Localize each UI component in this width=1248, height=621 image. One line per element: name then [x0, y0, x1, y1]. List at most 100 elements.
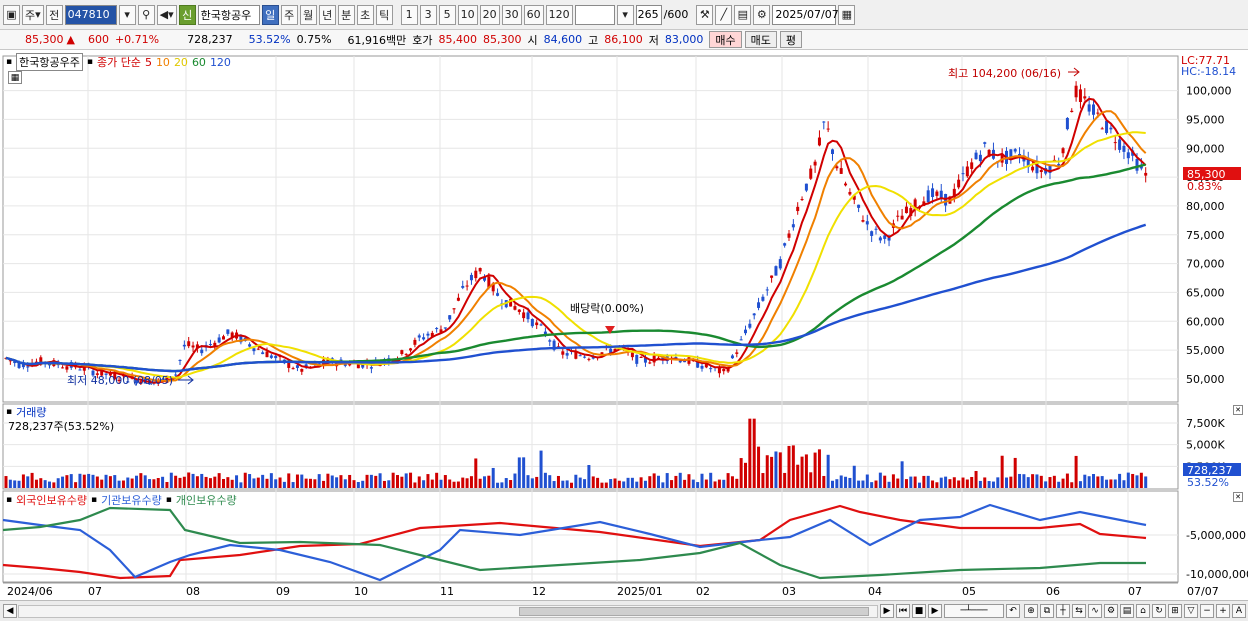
- indicator-label[interactable]: 종가 단순: [97, 54, 141, 70]
- down-icon[interactable]: ▽: [1184, 604, 1198, 618]
- interval-20[interactable]: 20: [479, 4, 500, 25]
- individual-label[interactable]: 개인보유수량: [176, 492, 237, 508]
- stock-code-input[interactable]: 047810: [64, 4, 117, 25]
- volume-bar: [1000, 455, 1004, 488]
- holder-tick-label: -10,000,000: [1186, 568, 1248, 581]
- stock-chart[interactable]: 100,00095,00090,00085,00080,00075,00070,…: [0, 50, 1248, 600]
- minus-icon[interactable]: −: [1200, 604, 1214, 618]
- layout-icon[interactable]: ▣: [3, 4, 20, 25]
- period-month[interactable]: 월: [299, 4, 317, 25]
- volume-value-text: 728,237주(53.52%): [8, 420, 115, 433]
- period-day[interactable]: 일: [261, 4, 279, 25]
- institution-label[interactable]: 기관보유수량: [101, 492, 162, 508]
- save-icon[interactable]: ▤: [734, 4, 752, 25]
- table-icon[interactable]: ▦: [8, 71, 22, 84]
- candle-body: [174, 374, 178, 376]
- holder-close-icon[interactable]: ✕: [1233, 492, 1243, 502]
- candle-body: [1118, 139, 1122, 150]
- refresh-icon[interactable]: ↻: [1152, 604, 1166, 618]
- undo-icon[interactable]: ↶: [1006, 604, 1020, 618]
- candle-body: [78, 369, 82, 371]
- volume-bar: [635, 481, 639, 488]
- interval-custom-input[interactable]: [574, 4, 615, 25]
- compare-icon[interactable]: ⇆: [1072, 604, 1086, 618]
- rewind-icon[interactable]: ⏮: [896, 604, 910, 618]
- candle-body: [422, 337, 426, 340]
- calendar-icon[interactable]: ▦: [838, 4, 856, 25]
- price-tick-label: 75,000: [1186, 229, 1225, 242]
- interval-1[interactable]: 1: [400, 4, 418, 25]
- ma-20-label[interactable]: 20: [174, 56, 188, 69]
- buy-button[interactable]: 매수: [709, 31, 742, 48]
- gear-icon[interactable]: ⚙: [753, 4, 771, 25]
- crosshair-icon[interactable]: ┼: [1056, 604, 1070, 618]
- stock-name-label[interactable]: 한국항공우주: [16, 53, 83, 71]
- candle-body: [256, 348, 260, 350]
- interval-dropdown-icon[interactable]: ▾: [616, 4, 634, 25]
- font-icon[interactable]: A: [1232, 604, 1246, 618]
- candle-body: [957, 179, 961, 188]
- scrollbar[interactable]: [18, 605, 878, 618]
- interval-60[interactable]: 60: [523, 4, 544, 25]
- volume-bar: [774, 451, 778, 488]
- volume-bar: [609, 479, 613, 488]
- hc-label: HC:-18.14: [1181, 65, 1236, 78]
- ma-5-label[interactable]: 5: [145, 56, 152, 69]
- candle-body: [265, 351, 269, 358]
- candle-body: [517, 309, 521, 312]
- copy-icon[interactable]: ⧉: [1040, 604, 1054, 618]
- interval-5[interactable]: 5: [438, 4, 456, 25]
- candle-body: [804, 183, 808, 191]
- plus-icon[interactable]: +: [1216, 604, 1230, 618]
- period-tick[interactable]: 틱: [375, 4, 393, 25]
- code-dropdown-icon[interactable]: ▾: [118, 4, 136, 25]
- volume-bar: [543, 472, 547, 488]
- scroll-thumb[interactable]: [519, 607, 869, 616]
- search-icon[interactable]: ⚲: [137, 4, 155, 25]
- ma-120-label[interactable]: 120: [210, 56, 231, 69]
- candle-body: [744, 329, 747, 334]
- draw-icon[interactable]: ╱: [715, 4, 733, 25]
- volume-bar: [496, 482, 500, 488]
- period-minute[interactable]: 분: [337, 4, 355, 25]
- interval-10[interactable]: 10: [457, 4, 478, 25]
- lock-icon[interactable]: ⌂: [1136, 604, 1150, 618]
- sell-button[interactable]: 매도: [744, 31, 777, 48]
- count-input[interactable]: 265: [635, 4, 662, 25]
- settings-icon[interactable]: ⚙: [1104, 604, 1118, 618]
- ma-10-label[interactable]: 10: [156, 56, 170, 69]
- scroll-right-icon[interactable]: ▶: [880, 604, 894, 618]
- date-input[interactable]: 2025/07/07: [772, 4, 839, 25]
- zoom-slider[interactable]: ─┴───: [944, 604, 1004, 618]
- x-tick-label: 08: [186, 585, 200, 598]
- play-icon[interactable]: ▶: [928, 604, 942, 618]
- volume-close-icon[interactable]: ✕: [1233, 405, 1243, 415]
- speaker-icon[interactable]: ◀▾: [156, 4, 177, 25]
- zoom-in-icon[interactable]: ⊞: [1168, 604, 1182, 618]
- type-select[interactable]: 주 ▾: [22, 4, 44, 25]
- tools-icon[interactable]: ⚒: [696, 4, 714, 25]
- candle-body: [1100, 128, 1104, 130]
- volume-bar: [561, 480, 565, 488]
- chart-type-icon[interactable]: ∿: [1088, 604, 1102, 618]
- candle-body: [935, 191, 939, 196]
- candle-body: [1083, 96, 1087, 99]
- period-second[interactable]: 초: [356, 4, 374, 25]
- volume-value: 728,237: [187, 33, 233, 46]
- period-year[interactable]: 년: [318, 4, 336, 25]
- interval-30[interactable]: 30: [501, 4, 522, 25]
- eval-button[interactable]: 평: [779, 31, 803, 48]
- volume-bar: [643, 480, 647, 488]
- interval-3[interactable]: 3: [419, 4, 437, 25]
- stop-icon[interactable]: ■: [912, 604, 926, 618]
- print-icon[interactable]: ▤: [1120, 604, 1134, 618]
- magnify-icon[interactable]: ⊕: [1024, 604, 1038, 618]
- chart-area[interactable]: 100,00095,00090,00085,00080,00075,00070,…: [0, 50, 1248, 621]
- foreign-label[interactable]: 외국인보유수량: [16, 492, 87, 508]
- period-week[interactable]: 주: [280, 4, 298, 25]
- interval-120[interactable]: 120: [545, 4, 573, 25]
- prev-button[interactable]: 전: [45, 4, 63, 25]
- quote-bar: 85,300 ▲ 600 +0.71% 728,237 53.52% 0.75%…: [0, 30, 1248, 50]
- scroll-left-icon[interactable]: ◀: [3, 604, 17, 618]
- ma-60-label[interactable]: 60: [192, 56, 206, 69]
